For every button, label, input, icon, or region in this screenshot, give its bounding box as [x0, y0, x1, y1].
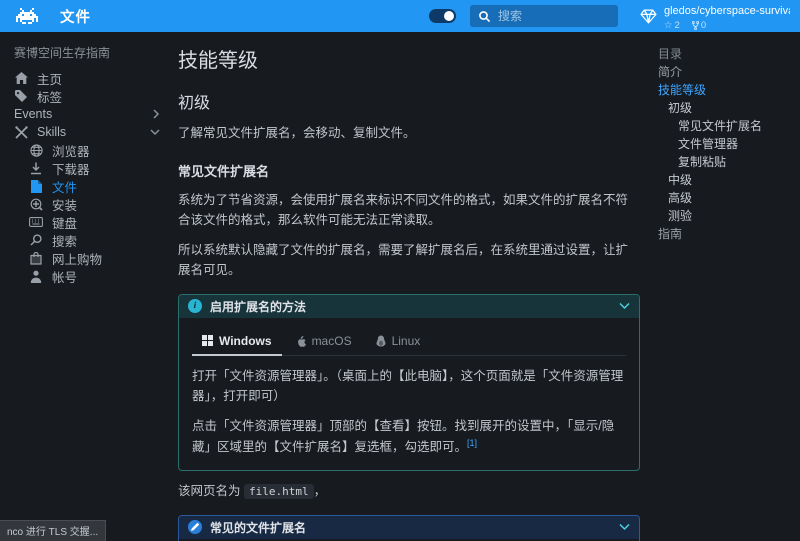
theme-toggle[interactable] — [429, 9, 456, 23]
shopping-bag-icon — [29, 252, 43, 265]
collapse-chevron-icon — [619, 523, 630, 531]
repo-link[interactable]: gledos/cyberspace-survival... ☆ 2 0 — [640, 1, 790, 31]
intro-paragraph: 了解常见文件扩展名，会移动、复制文件。 — [178, 124, 640, 144]
star-count: 2 — [675, 20, 680, 31]
windows-icon — [202, 335, 213, 346]
callout-paragraph-view-button: 点击「文件资源管理器」顶部的【查看】按钮。找到展开的设置中，「显示/隐藏」区域里… — [192, 416, 626, 457]
space-invader-logo-icon[interactable] — [16, 8, 38, 24]
chevron-down-icon — [150, 128, 160, 136]
search-input[interactable] — [498, 9, 598, 23]
toc-item-guide[interactable]: 指南 — [658, 224, 800, 242]
callout-common-extensions-header[interactable]: 常见的文件扩展名 — [179, 516, 639, 539]
sidebar-item-install[interactable]: 安装 — [0, 195, 170, 213]
pencil-icon — [188, 520, 202, 534]
callout-paragraph-open-explorer: 打开「文件资源管理器」。（桌面上的【此电脑】，这个页面就是「文件资源管理器」，打… — [192, 366, 626, 406]
package-icon — [29, 198, 43, 211]
linux-penguin-icon — [376, 335, 386, 347]
sidebar-item-files[interactable]: 文件 — [0, 177, 170, 195]
paragraph-hidden-extensions: 所以系统默认隐藏了文件的扩展名，需要了解扩展名后，在系统里通过设置，让扩展名可见… — [178, 241, 640, 281]
sidebar-item-skills[interactable]: Skills — [0, 123, 170, 141]
sidebar-item-tags[interactable]: 标签 — [0, 87, 170, 105]
tab-windows[interactable]: Windows — [192, 328, 282, 355]
sidebar-item-keyboard[interactable]: 键盘 — [0, 213, 170, 231]
user-icon — [29, 270, 43, 283]
fork-icon — [692, 21, 699, 30]
main-content: 技能等级 初级 了解常见文件扩展名，会移动、复制文件。 常见文件扩展名 系统为了… — [178, 32, 640, 541]
toc-item-intermediate[interactable]: 中级 — [658, 170, 800, 188]
table-of-contents: 目录 简介 技能等级 初级 常见文件扩展名 文件管理器 复制粘贴 中级 高级 测… — [658, 44, 800, 242]
sidebar-item-browser[interactable]: 浏览器 — [0, 141, 170, 159]
paragraph-system-formats: 系统为了节省资源，会使用扩展名来标识不同文件的格式，如果文件的扩展名不符合该文件… — [178, 191, 640, 231]
fork-count: 0 — [701, 20, 706, 31]
toc-item-advanced[interactable]: 高级 — [658, 188, 800, 206]
magnifier-icon — [29, 234, 43, 246]
subsection-heading-extensions: 常见文件扩展名 — [178, 161, 640, 180]
search-icon — [478, 10, 491, 23]
browser-status-tooltip: nco 进行 TLS 交握... — [0, 520, 106, 541]
star-icon: ☆ — [664, 20, 673, 31]
gem-icon — [640, 9, 657, 24]
left-sidebar: 赛博空间生存指南 主页 标签 Events Skills 浏览器 — [0, 32, 170, 541]
site-title: 赛博空间生存指南 — [0, 42, 170, 69]
toc-item-quiz[interactable]: 测验 — [658, 206, 800, 224]
sidebar-item-downloader[interactable]: 下载器 — [0, 159, 170, 177]
page-app-title: 文件 — [60, 6, 91, 27]
globe-icon — [29, 144, 43, 157]
tab-macos[interactable]: macOS — [286, 328, 362, 355]
callout-enable-extensions-header[interactable]: i 启用扩展名的方法 — [179, 295, 639, 318]
tag-icon — [14, 90, 28, 102]
chevron-right-icon — [152, 109, 160, 119]
download-icon — [29, 162, 43, 175]
page-title: 技能等级 — [178, 44, 640, 73]
sidebar-item-home[interactable]: 主页 — [0, 69, 170, 87]
toc-item-copy-paste[interactable]: 复制粘贴 — [658, 152, 800, 170]
toc-item-common-extensions[interactable]: 常见文件扩展名 — [658, 116, 800, 134]
sidebar-item-account[interactable]: 帐号 — [0, 267, 170, 285]
toc-item-intro[interactable]: 简介 — [658, 62, 800, 80]
repo-name: gledos/cyberspace-survival... — [664, 5, 790, 17]
sidebar-item-events[interactable]: Events — [0, 105, 170, 123]
apple-icon — [296, 335, 306, 347]
toc-header: 目录 — [658, 44, 800, 62]
callout-common-extensions: 常见的文件扩展名 类型 扩展名 容器格式或编码的全称 文档 .txt — [178, 515, 640, 541]
collapse-chevron-icon — [619, 302, 630, 310]
footnote-link[interactable]: [1] — [467, 438, 477, 448]
toc-item-skill-levels[interactable]: 技能等级 — [658, 80, 800, 98]
file-icon — [29, 180, 43, 193]
callout-enable-extensions: i 启用扩展名的方法 Windows macOS — [178, 294, 640, 471]
tab-linux[interactable]: Linux — [366, 328, 431, 355]
tools-icon — [14, 126, 28, 139]
sidebar-item-shopping[interactable]: 网上购物 — [0, 249, 170, 267]
os-tabs: Windows macOS Linux — [192, 328, 626, 356]
inline-code-filename: file.html — [244, 484, 314, 499]
toc-item-file-manager[interactable]: 文件管理器 — [658, 134, 800, 152]
toc-item-beginner[interactable]: 初级 — [658, 98, 800, 116]
sidebar-item-search[interactable]: 搜索 — [0, 231, 170, 249]
home-icon — [14, 72, 28, 84]
info-icon: i — [188, 299, 202, 313]
search-box[interactable] — [470, 5, 618, 27]
paragraph-filename: 该网页名为 file.html， — [178, 482, 640, 502]
repo-meta: ☆ 2 0 — [664, 20, 790, 31]
top-navbar: 文件 gledos/cyberspace-survival... ☆ 2 — [0, 0, 800, 32]
keyboard-icon — [29, 217, 43, 227]
section-heading-beginner: 初级 — [178, 89, 640, 113]
